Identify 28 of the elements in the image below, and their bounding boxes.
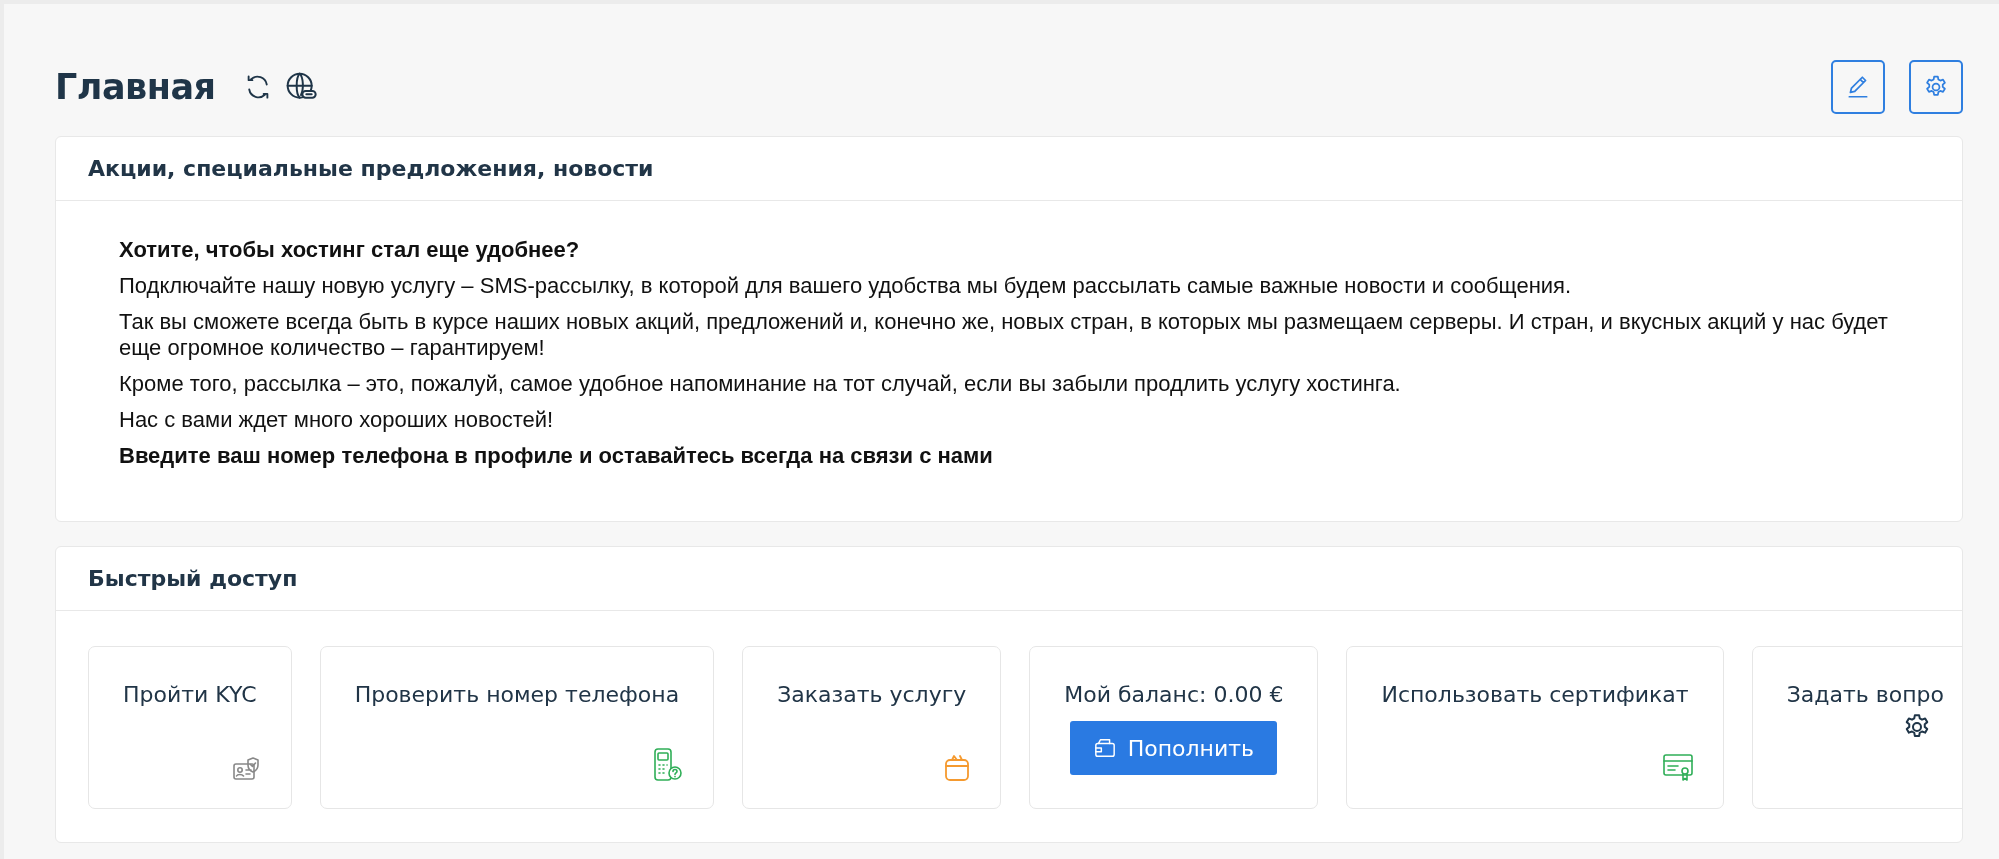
tile-label: Мой баланс: 0.00 € xyxy=(1064,682,1284,707)
top-up-button[interactable]: Пополнить xyxy=(1070,721,1278,775)
edit-button[interactable] xyxy=(1831,60,1885,114)
certificate-icon xyxy=(1662,752,1693,782)
news-paragraph: Так вы сможете всегда быть в курсе наших новых акций, предложений и, конечно же, новых стран, в которых мы размещаем серверы. И стран, и вкусных акций у нас будет еще огромное количество – гарантируем! xyxy=(119,308,1889,361)
page-title: Главная xyxy=(55,67,216,107)
quick-access-tile[interactable]: Заказать услугу xyxy=(742,646,1002,809)
news-paragraph: Введите ваш номер телефона в профиле и оставайтесь всегда на связи с нами xyxy=(119,442,994,469)
id-card-icon xyxy=(232,756,261,782)
news-paragraph: Подключайте нашу новую услугу – SMS-рассылку, в которой для вашего удобства мы будем рассылать самые важные новости и сообщения. xyxy=(119,272,1573,299)
tile-label: Задать вопро xyxy=(1786,682,1944,707)
news-paragraph: Кроме того, рассылка – это, пожалуй, самое удобное напоминание на тот случай, если вы забыли продлить услугу хостинга. xyxy=(119,370,1402,397)
quick-access-tile[interactable]: Задать вопро xyxy=(1751,646,1962,809)
news-paragraph: Хотите, чтобы хостинг стал еще удобнее? xyxy=(119,237,581,263)
card-title: Акции, специальные предложения, новости xyxy=(88,156,654,181)
wallet-icon xyxy=(1093,737,1116,759)
phone-question-icon xyxy=(653,748,684,782)
quick-access-tile[interactable]: Использовать сертификат xyxy=(1346,646,1724,809)
quick-access-tile[interactable]: Проверить номер телефона xyxy=(319,646,715,809)
tile-label: Проверить номер телефона xyxy=(354,682,680,707)
quick-access-tile[interactable]: Мой баланс: 0.00 € Пополнить xyxy=(1029,646,1319,809)
tile-label: Пройти KYC xyxy=(123,682,257,707)
box-icon xyxy=(944,754,971,782)
news-paragraph: Нас с вами ждет много хороших новостей! xyxy=(119,406,555,433)
tile-label: Заказать услугу xyxy=(777,682,967,707)
tile-label: Использовать сертификат xyxy=(1381,682,1689,707)
quick-access-tile[interactable]: Пройти KYC xyxy=(88,646,292,809)
card-title: Быстрый доступ xyxy=(88,566,298,591)
